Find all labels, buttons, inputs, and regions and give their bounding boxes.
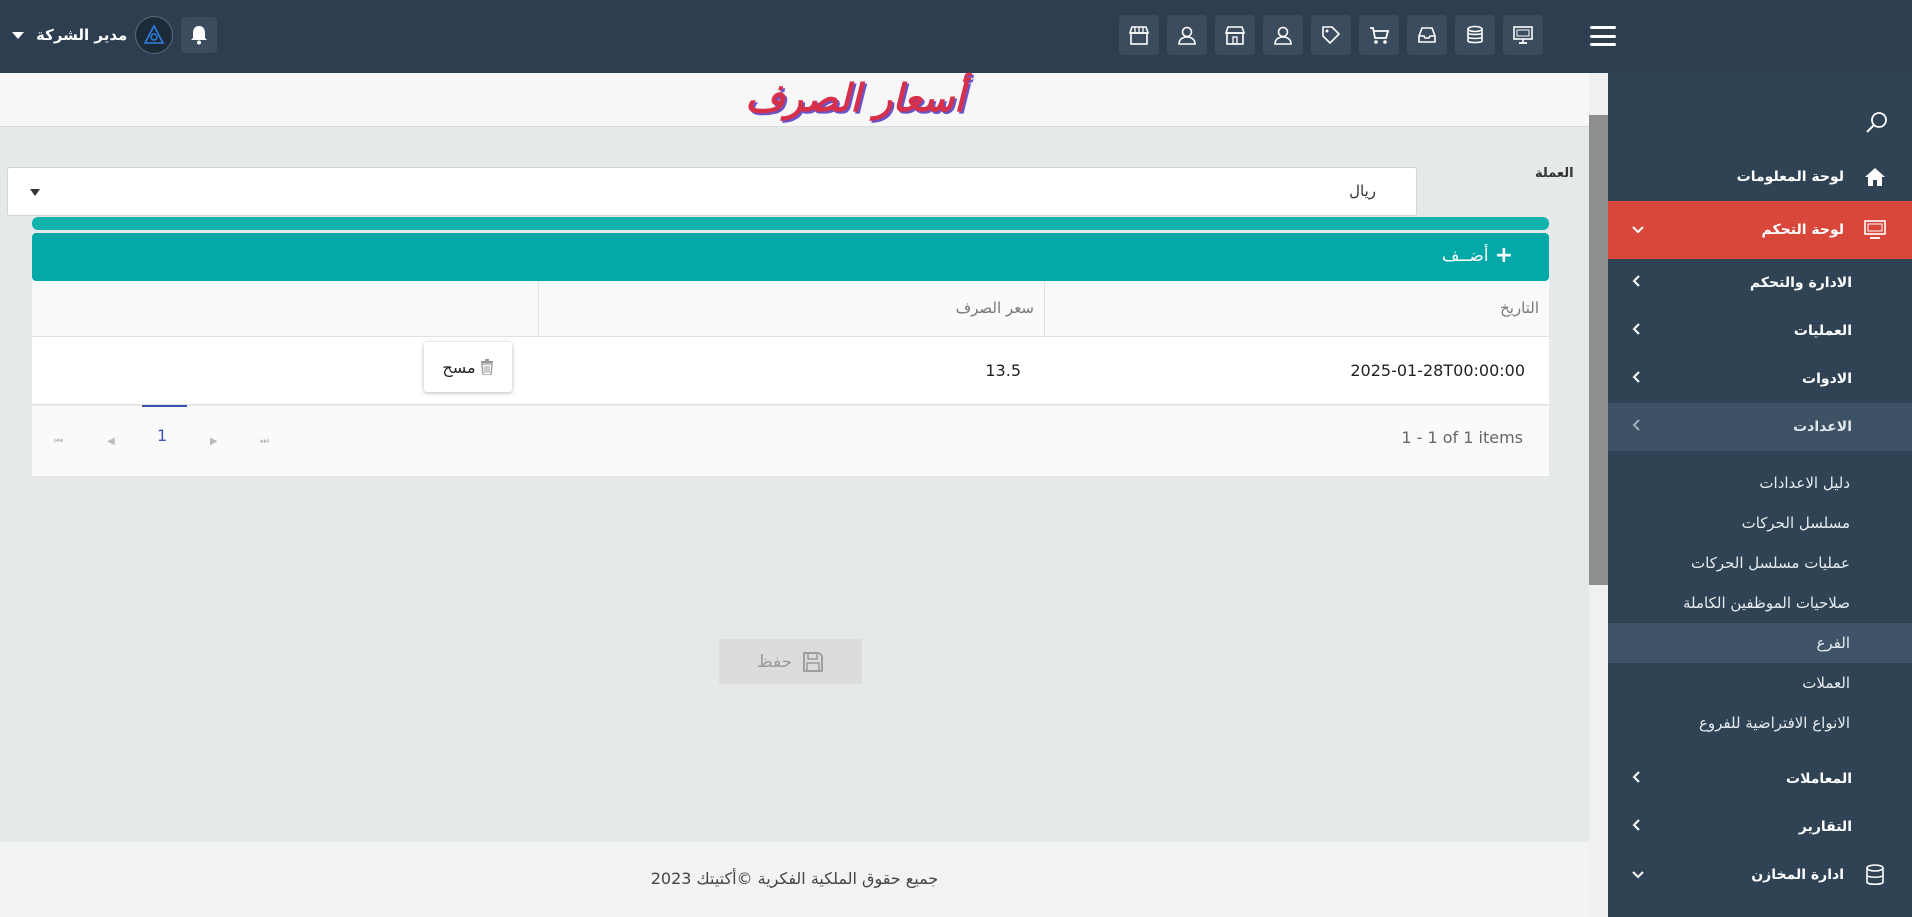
quick-access-toolbar bbox=[1119, 15, 1543, 55]
settings-submenu: دليل الاعدادات مسلسل الحركات عمليات مسلس… bbox=[1608, 451, 1912, 755]
sidebar-item-reports[interactable]: التقارير bbox=[1608, 803, 1912, 851]
menu-toggle-icon[interactable] bbox=[1590, 24, 1616, 48]
company-logo-icon bbox=[143, 24, 165, 44]
chevron-down-icon bbox=[1632, 222, 1644, 238]
next-page-icon[interactable]: ▶ bbox=[210, 436, 218, 447]
column-header-date[interactable]: التاريخ bbox=[1044, 281, 1549, 337]
cell-rate: 13.5 bbox=[985, 361, 1021, 380]
grid-toolbar: + أضــف bbox=[32, 233, 1549, 281]
save-button[interactable]: حفظ bbox=[719, 639, 862, 684]
chevron-left-icon bbox=[1632, 771, 1640, 787]
inbox-icon[interactable] bbox=[1407, 15, 1447, 55]
user-icon[interactable] bbox=[1167, 15, 1207, 55]
page-title: أسعار الصرف bbox=[745, 75, 965, 120]
sidebar: لوحة المعلومات لوحة التحكم الادارة والتح… bbox=[1608, 73, 1912, 917]
last-page-icon[interactable]: ⏭ bbox=[260, 436, 269, 447]
chevron-down-icon bbox=[1632, 867, 1644, 883]
store-icon[interactable] bbox=[1119, 15, 1159, 55]
grid-header-row: التاريخ سعر الصرف bbox=[32, 281, 1549, 337]
page-header: أسعار الصرف bbox=[0, 73, 1589, 127]
database-icon[interactable] bbox=[1455, 15, 1495, 55]
chevron-left-icon bbox=[1632, 371, 1640, 387]
chevron-left-icon bbox=[1632, 275, 1640, 291]
scrollbar[interactable] bbox=[1589, 73, 1608, 917]
sidebar-item-label: لوحة التحكم bbox=[1761, 222, 1844, 238]
submenu-item-settings-guide[interactable]: دليل الاعدادات bbox=[1608, 463, 1912, 503]
sidebar-item-label: التقارير bbox=[1798, 819, 1852, 835]
search-icon[interactable] bbox=[1864, 109, 1890, 139]
save-button-label: حفظ bbox=[756, 651, 793, 672]
delete-button-label: مسح bbox=[442, 357, 476, 377]
sidebar-item-control-panel[interactable]: لوحة التحكم bbox=[1608, 201, 1912, 259]
add-button[interactable]: + أضــف bbox=[1442, 245, 1513, 267]
pager-info: 1 - 1 of 1 items bbox=[1401, 428, 1523, 447]
sidebar-item-management[interactable]: الادارة والتحكم bbox=[1608, 259, 1912, 307]
sidebar-item-dashboard[interactable]: لوحة المعلومات bbox=[1608, 153, 1912, 201]
plus-icon: + bbox=[1494, 243, 1513, 268]
chevron-left-icon bbox=[1632, 819, 1640, 835]
first-page-icon[interactable]: ⏮ bbox=[54, 436, 63, 447]
scrollbar-thumb[interactable] bbox=[1589, 115, 1608, 585]
prev-page-icon[interactable]: ◀ bbox=[107, 436, 115, 447]
sidebar-search bbox=[1608, 73, 1912, 153]
user-icon[interactable] bbox=[1263, 15, 1303, 55]
database-icon bbox=[1862, 864, 1888, 886]
submenu-item-default-branch-types[interactable]: الانواع الافتراضية للفروع bbox=[1608, 703, 1912, 743]
cart-icon[interactable] bbox=[1359, 15, 1399, 55]
submenu-item-transaction-series[interactable]: مسلسل الحركات bbox=[1608, 503, 1912, 543]
currency-select-value: ريال bbox=[1349, 182, 1376, 200]
user-name[interactable]: مدير الشركة bbox=[36, 26, 127, 44]
chevron-down-icon[interactable] bbox=[12, 31, 24, 39]
current-page-indicator bbox=[142, 405, 187, 407]
sidebar-item-operations[interactable]: العمليات bbox=[1608, 307, 1912, 355]
avatar[interactable] bbox=[135, 16, 174, 54]
cell-date: 2025-01-28T00:00:00 bbox=[1350, 361, 1525, 380]
trash-icon bbox=[480, 359, 493, 375]
pager: ⏮ ◀ 1 ▶ ⏭ 1 - 1 of 1 items bbox=[32, 405, 1549, 475]
exchange-rates-grid: + أضــف التاريخ سعر الصرف 2025-01-28T00:… bbox=[32, 233, 1549, 476]
submenu-item-series-operations[interactable]: عمليات مسلسل الحركات bbox=[1608, 543, 1912, 583]
sidebar-item-settings[interactable]: الاعدادت bbox=[1608, 403, 1912, 451]
dropdown-arrow-icon[interactable] bbox=[30, 189, 40, 196]
notifications-button[interactable] bbox=[181, 17, 218, 53]
footer-text: جميع حقوق الملكية الفكرية ©أكتيتك 2023 bbox=[650, 869, 939, 888]
monitor-icon bbox=[1862, 220, 1888, 240]
sidebar-item-label: العمليات bbox=[1793, 323, 1852, 339]
currency-select[interactable]: ريال bbox=[7, 167, 1417, 216]
chevron-left-icon bbox=[1632, 419, 1640, 435]
user-menu[interactable]: مدير الشركة bbox=[12, 16, 218, 54]
sidebar-item-warehouse-management[interactable]: ادارة المخازن bbox=[1608, 851, 1912, 899]
bell-icon bbox=[191, 26, 208, 45]
submenu-item-employee-permissions[interactable]: صلاحيات الموظفين الكاملة bbox=[1608, 583, 1912, 623]
submenu-item-currencies[interactable]: العملات bbox=[1608, 663, 1912, 703]
sidebar-item-label: ادارة المخازن bbox=[1751, 867, 1844, 883]
sidebar-item-label: الادارة والتحكم bbox=[1749, 275, 1852, 291]
grid-top-bar bbox=[32, 217, 1549, 230]
main-content: أسعار الصرف العملة ريال + أضــف التاريخ … bbox=[0, 73, 1589, 917]
store-icon[interactable] bbox=[1215, 15, 1255, 55]
sidebar-item-label: الادوات bbox=[1802, 371, 1852, 387]
sidebar-item-transactions[interactable]: المعاملات bbox=[1608, 755, 1912, 803]
footer: جميع حقوق الملكية الفكرية ©أكتيتك 2023 bbox=[0, 842, 1589, 917]
delete-button[interactable]: مسح bbox=[424, 342, 512, 392]
page-number[interactable]: 1 bbox=[157, 426, 167, 445]
chevron-left-icon bbox=[1632, 323, 1640, 339]
top-navbar: مدير الشركة bbox=[0, 0, 1912, 73]
table-row: 2025-01-28T00:00:00 13.5 مسح bbox=[32, 337, 1549, 405]
sidebar-item-label: المعاملات bbox=[1786, 771, 1852, 787]
sidebar-item-label: الاعدادت bbox=[1793, 419, 1852, 435]
submenu-item-branch[interactable]: الفرع bbox=[1608, 623, 1912, 663]
sidebar-item-tools[interactable]: الادوات bbox=[1608, 355, 1912, 403]
add-button-label: أضــف bbox=[1441, 246, 1489, 266]
home-icon bbox=[1862, 167, 1888, 187]
sidebar-item-label: لوحة المعلومات bbox=[1736, 169, 1844, 185]
column-header-rate[interactable]: سعر الصرف bbox=[538, 281, 1044, 337]
save-icon bbox=[803, 651, 824, 672]
currency-label: العملة bbox=[1535, 166, 1574, 181]
monitor-icon[interactable] bbox=[1503, 15, 1543, 55]
column-header-actions bbox=[32, 281, 538, 337]
tag-icon[interactable] bbox=[1311, 15, 1351, 55]
